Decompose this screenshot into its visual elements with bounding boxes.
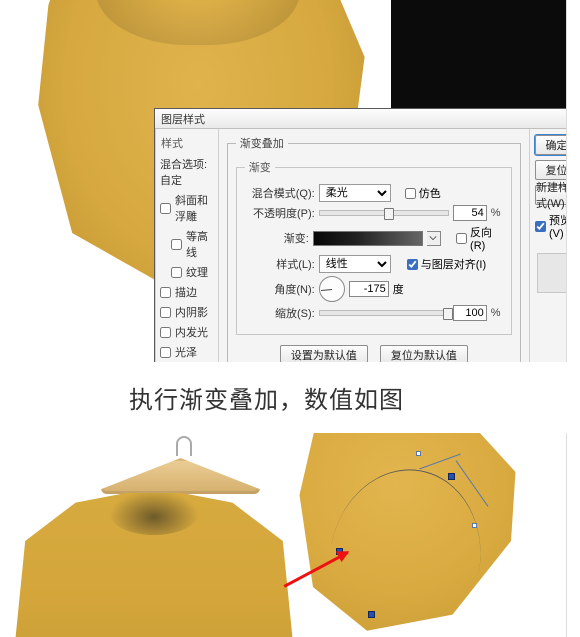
sidebar-style-label: 描边: [175, 284, 197, 300]
hanger-bar: [98, 458, 263, 494]
make-default-button[interactable]: 设置为默认值: [280, 345, 368, 362]
settings-panel: 渐变叠加 渐变 混合模式(Q): 柔光 仿色: [219, 129, 529, 362]
inner-legend: 渐变: [245, 159, 275, 175]
opacity-label: 不透明度(P):: [245, 205, 315, 221]
shirt-body: [14, 493, 294, 637]
sidebar-style-3[interactable]: 描边: [155, 282, 218, 302]
sidebar-style-checkbox[interactable]: [160, 307, 171, 318]
styles-sidebar: 样式 混合选项:自定 斜面和浮雕等高线纹理描边内阴影内发光光泽颜色叠加渐变叠加图…: [155, 129, 219, 362]
dither-label: 仿色: [419, 185, 441, 201]
style-label: 样式(L):: [245, 256, 315, 272]
sidebar-style-checkbox[interactable]: [160, 327, 171, 338]
hanger-hook: [176, 436, 192, 456]
sidebar-style-checkbox[interactable]: [171, 267, 182, 278]
opacity-input[interactable]: [453, 205, 487, 221]
blend-mode-select[interactable]: 柔光: [319, 184, 391, 202]
ok-button[interactable]: 确定: [535, 135, 567, 155]
sidebar-style-1[interactable]: 等高线: [155, 226, 218, 262]
percent-label: %: [491, 207, 501, 219]
pen-handle-end: [416, 451, 421, 456]
gradient-inner-group: 渐变 混合模式(Q): 柔光 仿色: [236, 159, 512, 335]
dialog-titlebar: 图层样式: [155, 109, 567, 129]
sidebar-style-label: 等高线: [186, 228, 213, 260]
dialog-right-column: 确定 复位 新建样式(W)... 预览(V): [529, 129, 567, 362]
opacity-slider[interactable]: [319, 210, 449, 216]
preview-label: 预览(V): [549, 212, 567, 240]
sidebar-style-label: 内阴影: [175, 304, 208, 320]
sidebar-style-label: 斜面和浮雕: [175, 192, 213, 224]
sidebar-blend-options[interactable]: 混合选项:自定: [155, 154, 218, 190]
preview-checkbox[interactable]: 预览(V): [535, 212, 567, 240]
scale-label: 缩放(S):: [245, 305, 315, 321]
angle-unit: 度: [393, 281, 404, 297]
reverse-label: 反向(R): [470, 224, 503, 252]
sidebar-header: 样式: [155, 132, 218, 154]
pen-handle-end: [472, 523, 477, 528]
sidebar-blend-options-label: 混合选项:自定: [160, 156, 213, 188]
opacity-thumb[interactable]: [384, 208, 394, 220]
angle-hand: [321, 289, 332, 291]
cancel-button[interactable]: 复位: [535, 160, 567, 180]
canvas-dark-area: [391, 0, 566, 115]
sidebar-style-label: 内发光: [175, 324, 208, 340]
scale-thumb[interactable]: [443, 308, 453, 320]
scale-slider[interactable]: [319, 310, 449, 316]
sidebar-style-4[interactable]: 内阴影: [155, 302, 218, 322]
sidebar-style-6[interactable]: 光泽: [155, 342, 218, 362]
sidebar-style-checkbox[interactable]: [160, 347, 171, 358]
percent-label-2: %: [491, 307, 501, 319]
bottom-screenshot: [0, 433, 567, 637]
angle-label: 角度(N):: [245, 281, 315, 297]
sidebar-style-0[interactable]: 斜面和浮雕: [155, 190, 218, 226]
align-input[interactable]: [407, 259, 418, 270]
reset-default-button[interactable]: 复位为默认值: [380, 345, 468, 362]
instruction-caption: 执行渐变叠加，数值如图: [0, 362, 580, 433]
preview-swatch: [537, 253, 568, 293]
scale-input[interactable]: [453, 305, 487, 321]
hanger-illustration: [98, 436, 263, 496]
align-label: 与图层对齐(I): [421, 256, 486, 272]
sidebar-style-2[interactable]: 纹理: [155, 262, 218, 282]
reverse-checkbox[interactable]: 反向(R): [456, 224, 503, 252]
layer-style-dialog: 图层样式 样式 混合选项:自定 斜面和浮雕等高线纹理描边内阴影内发光光泽颜色叠加…: [154, 108, 567, 362]
gradient-dropdown-button[interactable]: [427, 231, 441, 246]
pen-anchor: [448, 473, 455, 480]
gradient-label: 渐变:: [245, 230, 309, 246]
top-screenshot: 图层样式 样式 混合选项:自定 斜面和浮雕等高线纹理描边内阴影内发光光泽颜色叠加…: [0, 0, 567, 362]
gradient-swatch[interactable]: [313, 231, 423, 246]
chevron-down-icon: [429, 234, 437, 242]
sidebar-style-checkbox[interactable]: [171, 239, 182, 250]
reverse-input[interactable]: [456, 233, 467, 244]
group-legend: 渐变叠加: [236, 135, 288, 151]
dither-input[interactable]: [405, 188, 416, 199]
gradient-overlay-group: 渐变叠加 渐变 混合模式(Q): 柔光 仿色: [227, 135, 521, 362]
angle-dial[interactable]: [319, 276, 345, 302]
dialog-title: 图层样式: [161, 111, 205, 127]
sidebar-style-5[interactable]: 内发光: [155, 322, 218, 342]
align-checkbox[interactable]: 与图层对齐(I): [407, 256, 486, 272]
sidebar-style-checkbox[interactable]: [160, 287, 171, 298]
sidebar-style-label: 光泽: [175, 344, 197, 360]
style-select[interactable]: 线性: [319, 255, 391, 273]
blend-mode-label: 混合模式(Q):: [245, 185, 315, 201]
preview-input[interactable]: [535, 221, 546, 232]
dither-checkbox[interactable]: 仿色: [405, 185, 441, 201]
pen-anchor: [368, 611, 375, 618]
dialog-body: 样式 混合选项:自定 斜面和浮雕等高线纹理描边内阴影内发光光泽颜色叠加渐变叠加图…: [155, 129, 567, 362]
sidebar-style-label: 纹理: [186, 264, 208, 280]
sidebar-style-checkbox[interactable]: [160, 203, 171, 214]
angle-input[interactable]: [349, 281, 389, 297]
new-style-button[interactable]: 新建样式(W)...: [535, 185, 567, 205]
